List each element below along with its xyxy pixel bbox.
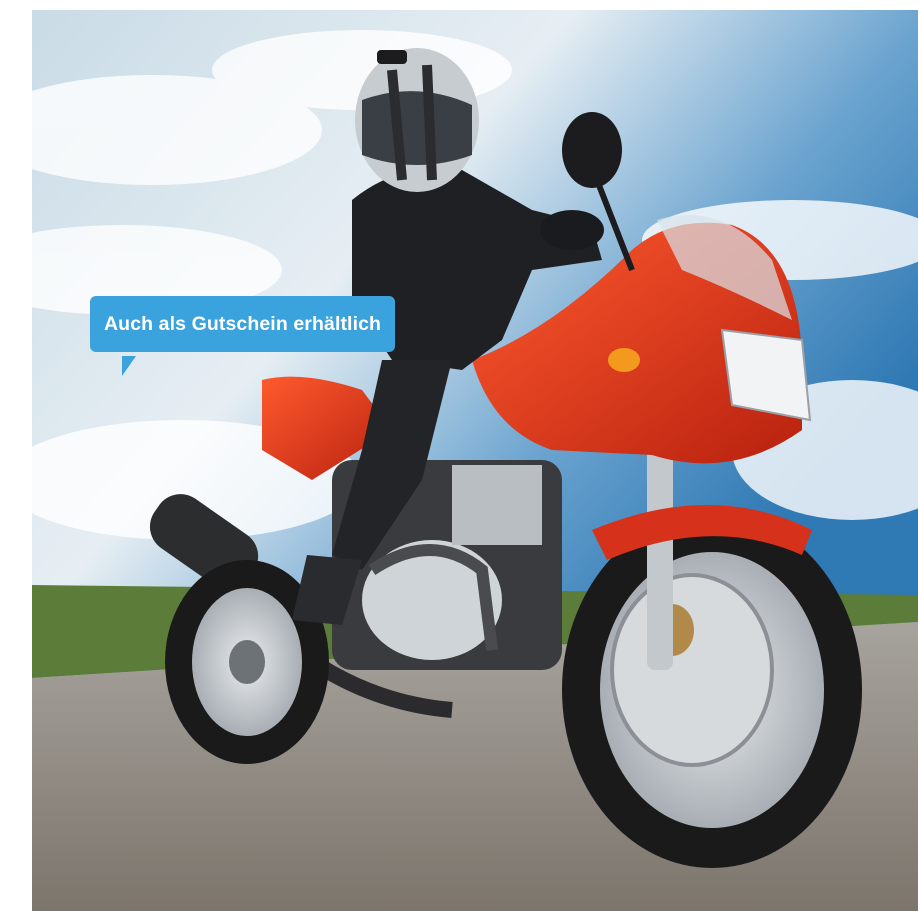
front-wheel [562,512,862,868]
motorcycle-photo [32,10,918,911]
helmet [355,48,479,192]
indicator [608,348,640,372]
hero-image [32,10,918,911]
voucher-badge[interactable]: Auch als Gutschein erhältlich [90,296,396,352]
headlight [720,328,812,422]
badge-tail [122,356,136,376]
